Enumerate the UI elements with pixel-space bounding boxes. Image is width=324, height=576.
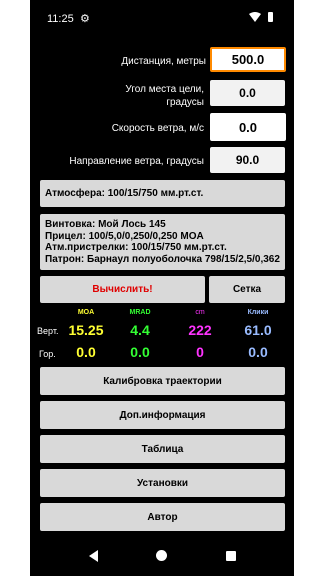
row-label-vertical: Верт.	[37, 326, 59, 336]
distance-input[interactable]: 500.0	[210, 47, 286, 72]
wind-direction-input[interactable]: 90.0	[210, 147, 285, 173]
scope-line: Прицел: 100/5,0/0,250/0,250 MOA	[45, 230, 204, 242]
angle-label-line1: Угол места цели,	[125, 84, 204, 95]
gear-icon: ⚙	[80, 13, 90, 25]
back-triangle-icon[interactable]	[89, 550, 98, 562]
home-circle-icon[interactable]	[156, 550, 167, 561]
battery-icon	[268, 12, 273, 22]
author-button[interactable]: Автор	[40, 503, 285, 531]
horizontal-clicks-value: 0.0	[248, 344, 268, 360]
status-time: 11:25	[47, 13, 74, 25]
recents-square-icon[interactable]	[226, 551, 236, 561]
rifle-line: Винтовка: Мой Лось 145	[45, 219, 166, 230]
grid-button[interactable]: Сетка	[209, 276, 285, 303]
angle-input[interactable]: 0.0	[210, 80, 285, 106]
header-mrad: MRAD	[129, 309, 151, 316]
rifle-info-box[interactable]: Винтовка: Мой Лось 145 Прицел: 100/5,0/0…	[40, 214, 285, 270]
vertical-cm-value: 222	[188, 322, 212, 338]
row-label-horizontal: Гор.	[39, 349, 56, 359]
header-clicks: Клики	[247, 309, 269, 316]
calculate-button[interactable]: Вычислить!	[40, 276, 205, 303]
zero-atmosphere-line: Атм.пристрелки: 100/15/750 мм.рт.ст.	[45, 242, 227, 253]
extra-info-button[interactable]: Доп.информация	[40, 401, 285, 429]
atmosphere-button[interactable]: Атмосфера: 100/15/750 мм.рт.ст.	[40, 180, 285, 207]
angle-label-line2: градусы	[166, 97, 204, 108]
settings-button[interactable]: Установки	[40, 469, 285, 497]
table-button[interactable]: Таблица	[40, 435, 285, 463]
status-bar: 11:25 ⚙	[30, 0, 294, 38]
app-screen: 11:25 ⚙ Дистанция, метры 500.0 Угол мест…	[30, 0, 294, 576]
calibration-button[interactable]: Калибровка траектории	[40, 367, 285, 395]
horizontal-cm-value: 0	[196, 344, 204, 360]
wind-speed-label: Скорость ветра, м/с	[111, 123, 204, 134]
header-moa: MOA	[77, 309, 95, 316]
horizontal-moa-value: 0.0	[76, 344, 96, 360]
navigation-bar	[30, 536, 294, 576]
horizontal-mrad-value: 0.0	[130, 344, 150, 360]
atmosphere-text: Атмосфера: 100/15/750 мм.рт.ст.	[45, 188, 204, 199]
wind-speed-input[interactable]: 0.0	[210, 113, 286, 141]
vertical-moa-value: 15.25	[68, 322, 104, 338]
wind-direction-label: Направление ветра, градусы	[69, 156, 204, 167]
distance-label: Дистанция, метры	[121, 56, 206, 67]
cartridge-line: Патрон: Барнаул полуоболочка 798/15/2,5/…	[45, 253, 280, 265]
vertical-clicks-value: 61.0	[244, 322, 272, 338]
header-cm: cm	[195, 309, 205, 316]
vertical-mrad-value: 4.4	[130, 322, 150, 338]
wifi-icon	[249, 12, 261, 22]
